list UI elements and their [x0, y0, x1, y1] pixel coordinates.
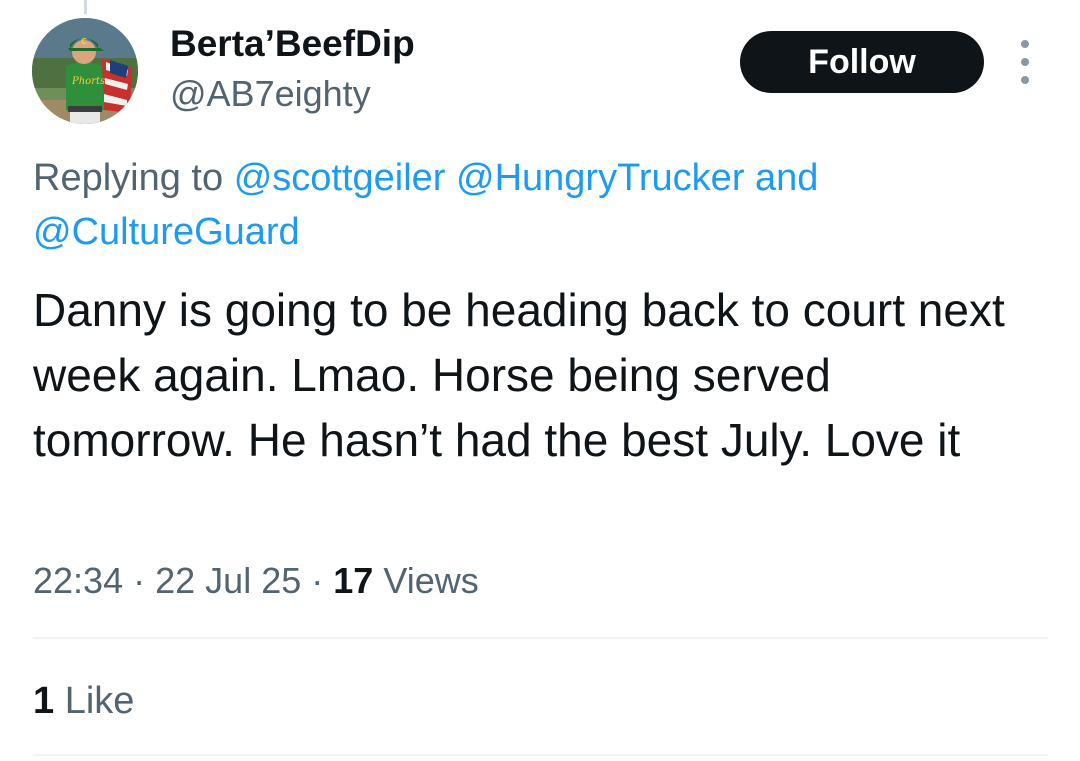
- likes-count: 1: [33, 680, 55, 722]
- more-dot-middle: [1021, 58, 1029, 66]
- tweet-metadata: 22:34 · 22 Jul 25 · 17 Views: [33, 556, 479, 606]
- replying-to-label: Replying to: [33, 157, 224, 199]
- divider-top: [33, 637, 1048, 639]
- svg-text:Phorts: Phorts: [71, 76, 105, 87]
- more-options-icon[interactable]: [1010, 40, 1040, 84]
- reply-context: Replying to @scottgeiler @HungryTrucker …: [33, 151, 1033, 259]
- mention-conjunction[interactable]: and: [755, 157, 818, 199]
- mention-link-scottgeiler[interactable]: @scottgeiler: [234, 157, 446, 199]
- meta-separator: ·: [133, 560, 146, 601]
- thread-connector-line: [84, 0, 87, 14]
- author-handle[interactable]: @AB7eighty: [170, 72, 371, 116]
- views-count: 17: [333, 560, 374, 601]
- svg-text:C: C: [81, 37, 87, 46]
- views-label: Views: [383, 560, 479, 601]
- tweet-time[interactable]: 22:34: [33, 560, 123, 601]
- likes-label: Like: [64, 680, 135, 722]
- meta-separator: ·: [311, 560, 324, 601]
- more-dot-bottom: [1021, 76, 1029, 84]
- follow-button[interactable]: Follow: [740, 31, 984, 93]
- more-dot-top: [1021, 40, 1029, 48]
- profile-photo-icon: Phorts C: [32, 18, 138, 124]
- divider-bottom: [33, 754, 1048, 756]
- tweet-date[interactable]: 22 Jul 25: [155, 560, 301, 601]
- mention-link-cultureguard[interactable]: @CultureGuard: [33, 211, 300, 253]
- author-display-name[interactable]: Berta’BeefDip: [170, 22, 415, 66]
- tweet-text: Danny is going to be heading back to cou…: [33, 284, 1005, 466]
- avatar[interactable]: Phorts C: [32, 18, 138, 124]
- likes-stat[interactable]: 1 Like: [33, 676, 134, 726]
- mention-link-hungrytrucker[interactable]: @HungryTrucker: [456, 157, 744, 199]
